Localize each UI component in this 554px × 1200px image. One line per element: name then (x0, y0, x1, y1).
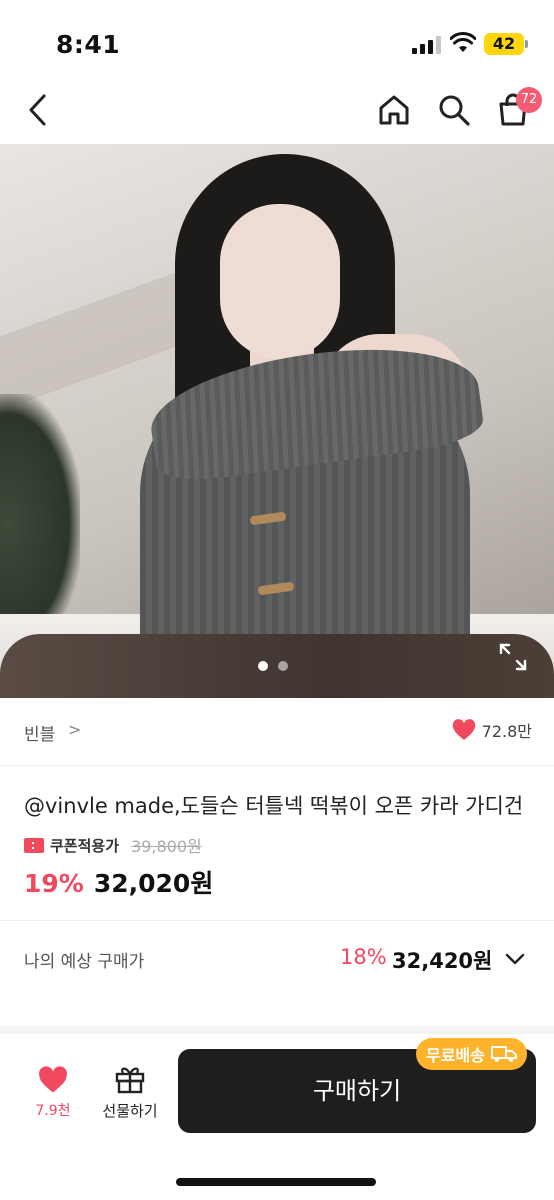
discount-rate: 19% (24, 869, 84, 898)
heart-icon (39, 1066, 67, 1093)
brand-name[interactable]: 빈블 (24, 720, 55, 745)
chevron-down-icon[interactable] (502, 947, 528, 971)
estimated-price: 32,420원 (392, 949, 493, 973)
product-image[interactable] (0, 144, 554, 698)
top-nav: 72 (0, 78, 554, 144)
coupon-icon (24, 837, 44, 853)
brand-likes[interactable]: 72.8만 (452, 718, 532, 742)
wifi-icon (450, 32, 476, 52)
gift-button[interactable]: 선물하기 (98, 1064, 162, 1121)
expand-icon[interactable] (498, 642, 528, 672)
gift-icon (115, 1067, 145, 1094)
signal-icon (412, 36, 442, 54)
coupon-price-row: 쿠폰적용가 39,800원 (24, 833, 202, 857)
estimated-price-row[interactable]: 나의 예상 구매가 18% 32,420원 (0, 921, 554, 999)
wishlist-button[interactable]: 7.9천 (28, 1066, 78, 1120)
gallery-dot[interactable] (258, 661, 268, 671)
heart-icon (452, 719, 475, 740)
free-shipping-label: 무료배송 (426, 1046, 485, 1065)
estimated-discount: 18% (340, 945, 387, 969)
free-shipping-badge: 무료배송 (416, 1038, 527, 1070)
brand-row[interactable]: 빈블 > 72.8만 (0, 698, 554, 766)
search-button[interactable] (434, 90, 474, 130)
status-time: 8:41 (56, 30, 121, 59)
back-icon (29, 94, 46, 126)
wishlist-count: 7.9천 (35, 1103, 71, 1119)
status-bar: 8:41 42 (0, 0, 554, 78)
search-icon (439, 95, 470, 126)
home-button[interactable] (374, 90, 414, 130)
back-button[interactable] (18, 90, 58, 130)
original-price: 39,800원 (131, 837, 202, 856)
image-face (220, 204, 340, 359)
home-icon (379, 95, 409, 125)
gift-label: 선물하기 (102, 1102, 158, 1120)
battery-indicator: 42 (484, 33, 524, 55)
product-title: @vinvle made,도들슨 터틀넥 떡볶이 오픈 카라 가디건 (24, 794, 524, 818)
estimated-price-label: 나의 예상 구매가 (24, 952, 145, 972)
coupon-label: 쿠폰적용가 (50, 836, 120, 855)
bottom-action-bar: 7.9천 선물하기 구매하기 무료배송 (0, 1034, 554, 1200)
gallery-pagination (258, 661, 288, 671)
brand-chevron: > (68, 720, 82, 739)
gallery-dot[interactable] (278, 661, 288, 671)
battery-tip (525, 40, 528, 48)
section-gap (0, 1026, 554, 1034)
home-indicator (176, 1178, 376, 1186)
truck-icon (490, 1046, 517, 1062)
brand-likes-count: 72.8만 (481, 722, 532, 741)
price-row: 19% 32,020원 (24, 864, 213, 900)
cart-count-badge: 72 (516, 87, 542, 113)
sale-price: 32,020원 (93, 869, 214, 898)
